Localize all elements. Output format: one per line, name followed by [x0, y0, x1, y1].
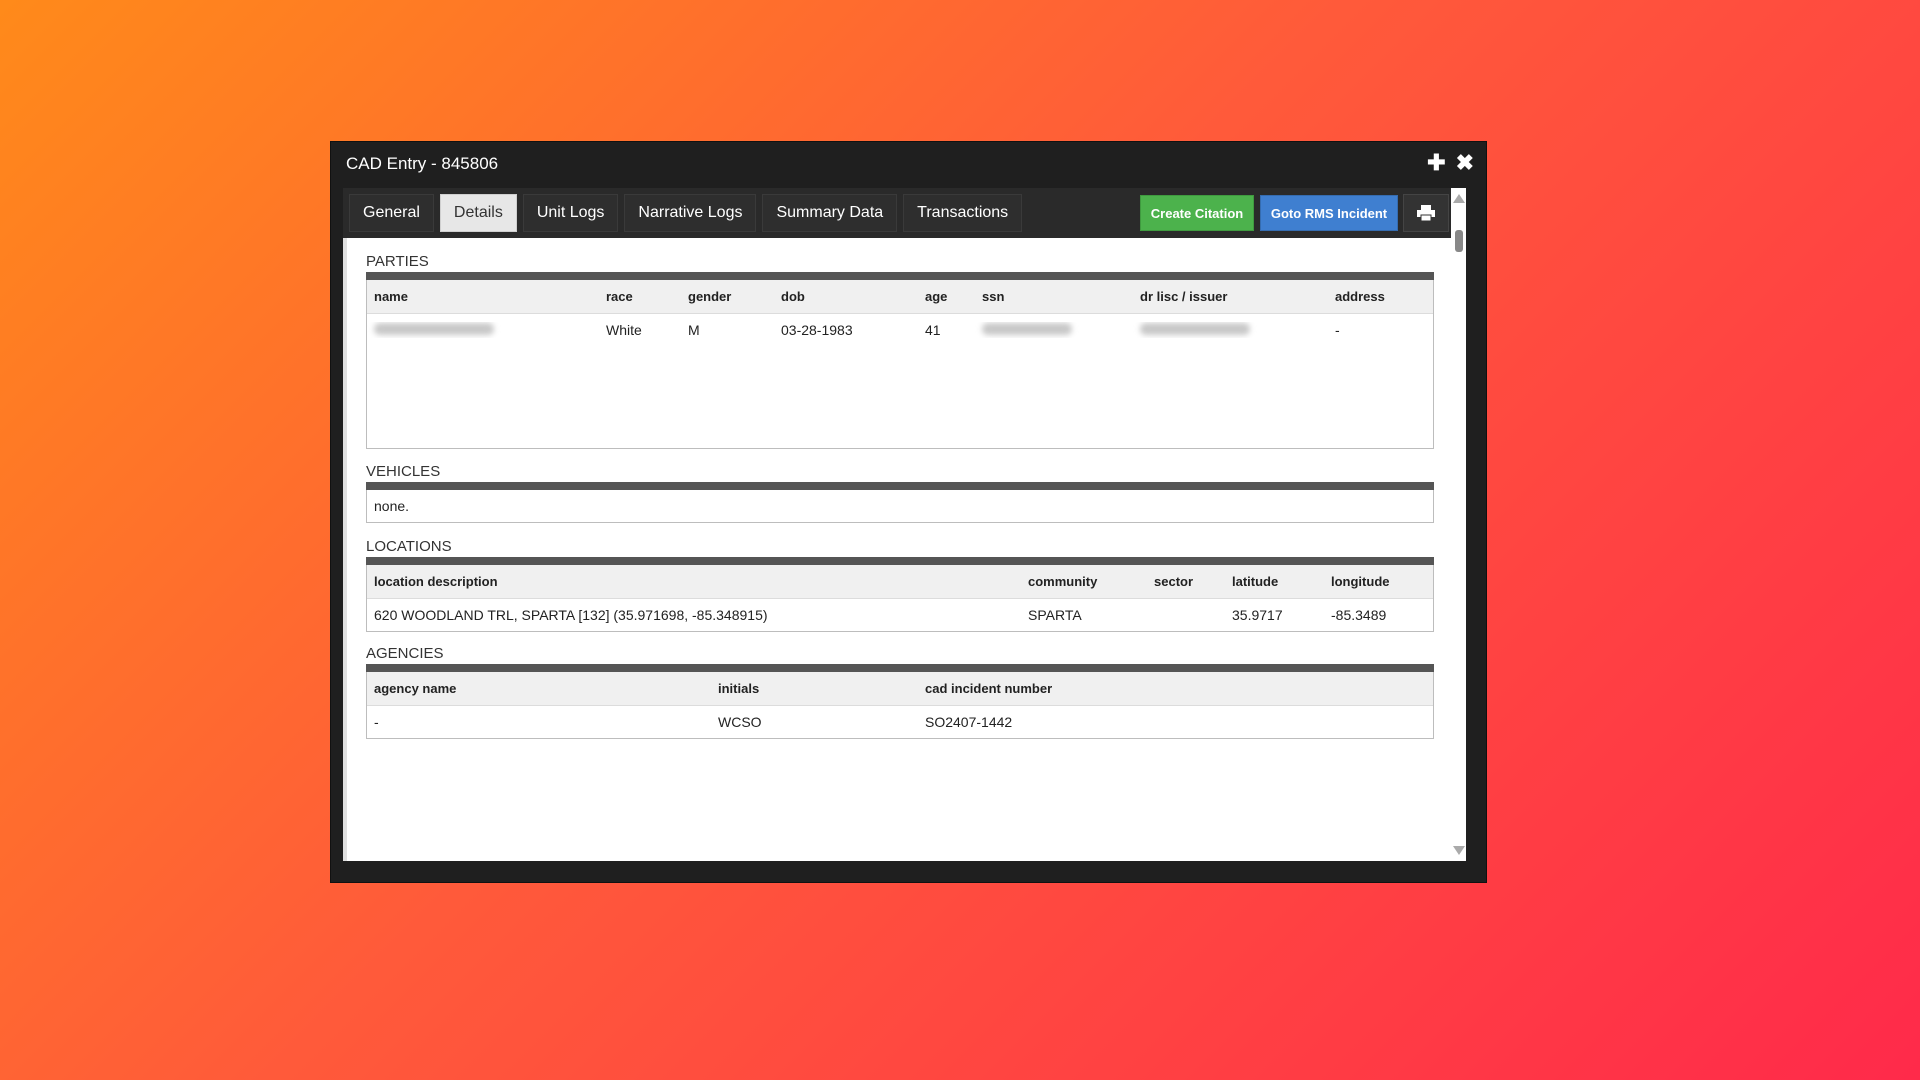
- location-longitude: -85.3489: [1331, 607, 1387, 623]
- party-age: 41: [925, 322, 941, 338]
- close-icon[interactable]: ✖: [1456, 151, 1474, 175]
- party-name-redacted: [367, 322, 599, 338]
- agency-name: -: [374, 714, 379, 730]
- tab-transactions[interactable]: Transactions: [903, 194, 1023, 232]
- column-header: sector: [1154, 574, 1194, 589]
- location-community: SPARTA: [1028, 607, 1082, 623]
- vehicles-empty-text: none.: [374, 498, 410, 514]
- locations-table: location description community sector la…: [366, 565, 1434, 632]
- column-header: dr lisc / issuer: [1140, 289, 1228, 304]
- column-header: name: [374, 289, 408, 304]
- window-controls: ✚ ✖: [1427, 151, 1474, 175]
- create-citation-button[interactable]: Create Citation: [1140, 195, 1254, 231]
- table-row[interactable]: 620 WOODLAND TRL, SPARTA [132] (35.97169…: [367, 598, 1433, 631]
- location-latitude: 35.9717: [1232, 607, 1283, 623]
- column-header: longitude: [1331, 574, 1390, 589]
- column-header: initials: [718, 681, 760, 696]
- tab-narrative-logs[interactable]: Narrative Logs: [624, 194, 757, 232]
- agencies-title: AGENCIES: [366, 645, 444, 662]
- cad-incident-number: SO2407-1442: [925, 714, 1013, 730]
- party-license-redacted: [1133, 322, 1328, 338]
- column-header: dob: [781, 289, 805, 304]
- party-ssn-redacted: [975, 322, 1133, 338]
- parties-title: PARTIES: [366, 253, 429, 270]
- vehicles-table: none.: [366, 490, 1434, 523]
- add-icon[interactable]: ✚: [1427, 151, 1445, 175]
- column-header: address: [1335, 289, 1385, 304]
- party-gender: M: [688, 322, 700, 338]
- parties-table: name race gender dob age ssn dr lisc / i…: [366, 280, 1434, 449]
- parties-table-header: name race gender dob age ssn dr lisc / i…: [367, 280, 1433, 313]
- agencies-section: AGENCIES agency name initials cad incide…: [366, 644, 1434, 739]
- locations-title: LOCATIONS: [366, 538, 452, 555]
- agencies-header-bar: [366, 664, 1434, 672]
- column-header: ssn: [982, 289, 1005, 304]
- column-header: gender: [688, 289, 732, 304]
- goto-rms-incident-button[interactable]: Goto RMS Incident: [1260, 195, 1398, 231]
- content-left-border: [343, 238, 347, 861]
- tab-toolbar: General Details Unit Logs Narrative Logs…: [343, 188, 1451, 238]
- agencies-table: agency name initials cad incident number…: [366, 672, 1434, 739]
- scrollbar-thumb[interactable]: [1455, 230, 1463, 252]
- tab-summary-data[interactable]: Summary Data: [762, 194, 898, 232]
- details-content: PARTIES name race gender dob age ssn dr …: [343, 238, 1451, 861]
- locations-section: LOCATIONS location description community…: [366, 537, 1434, 632]
- parties-header-bar: [366, 272, 1434, 280]
- column-header: cad incident number: [925, 681, 1053, 696]
- column-header: latitude: [1232, 574, 1279, 589]
- window-titlebar: CAD Entry - 845806 ✚ ✖: [331, 142, 1486, 186]
- column-header: age: [925, 289, 948, 304]
- print-button[interactable]: [1403, 194, 1449, 232]
- vehicles-section: VEHICLES none.: [366, 462, 1434, 523]
- party-race: White: [606, 322, 642, 338]
- cad-entry-window: CAD Entry - 845806 ✚ ✖ General Details U…: [331, 142, 1486, 882]
- location-description: 620 WOODLAND TRL, SPARTA [132] (35.97169…: [374, 607, 768, 623]
- scroll-down-arrow-icon[interactable]: [1453, 846, 1465, 855]
- agencies-table-header: agency name initials cad incident number: [367, 672, 1433, 705]
- tab-unit-logs[interactable]: Unit Logs: [522, 194, 619, 232]
- column-header: agency name: [374, 681, 457, 696]
- column-header: race: [606, 289, 633, 304]
- vehicles-title: VEHICLES: [366, 463, 441, 480]
- column-header: community: [1028, 574, 1098, 589]
- party-dob: 03-28-1983: [781, 322, 853, 338]
- table-row[interactable]: White M 03-28-1983 41 -: [367, 313, 1433, 346]
- print-icon: [1417, 205, 1435, 221]
- party-address: -: [1335, 322, 1340, 338]
- locations-header-bar: [366, 557, 1434, 565]
- tab-details[interactable]: Details: [439, 194, 517, 232]
- table-row[interactable]: - WCSO SO2407-1442: [367, 705, 1433, 738]
- vertical-scrollbar[interactable]: [1451, 188, 1466, 861]
- agency-initials: WCSO: [718, 714, 762, 730]
- vehicles-header-bar: [366, 482, 1434, 490]
- tab-general[interactable]: General: [349, 194, 434, 232]
- parties-section: PARTIES name race gender dob age ssn dr …: [366, 252, 1434, 449]
- window-title: CAD Entry - 845806: [346, 154, 499, 173]
- locations-table-header: location description community sector la…: [367, 565, 1433, 598]
- scroll-up-arrow-icon[interactable]: [1453, 194, 1465, 203]
- column-header: location description: [374, 574, 498, 589]
